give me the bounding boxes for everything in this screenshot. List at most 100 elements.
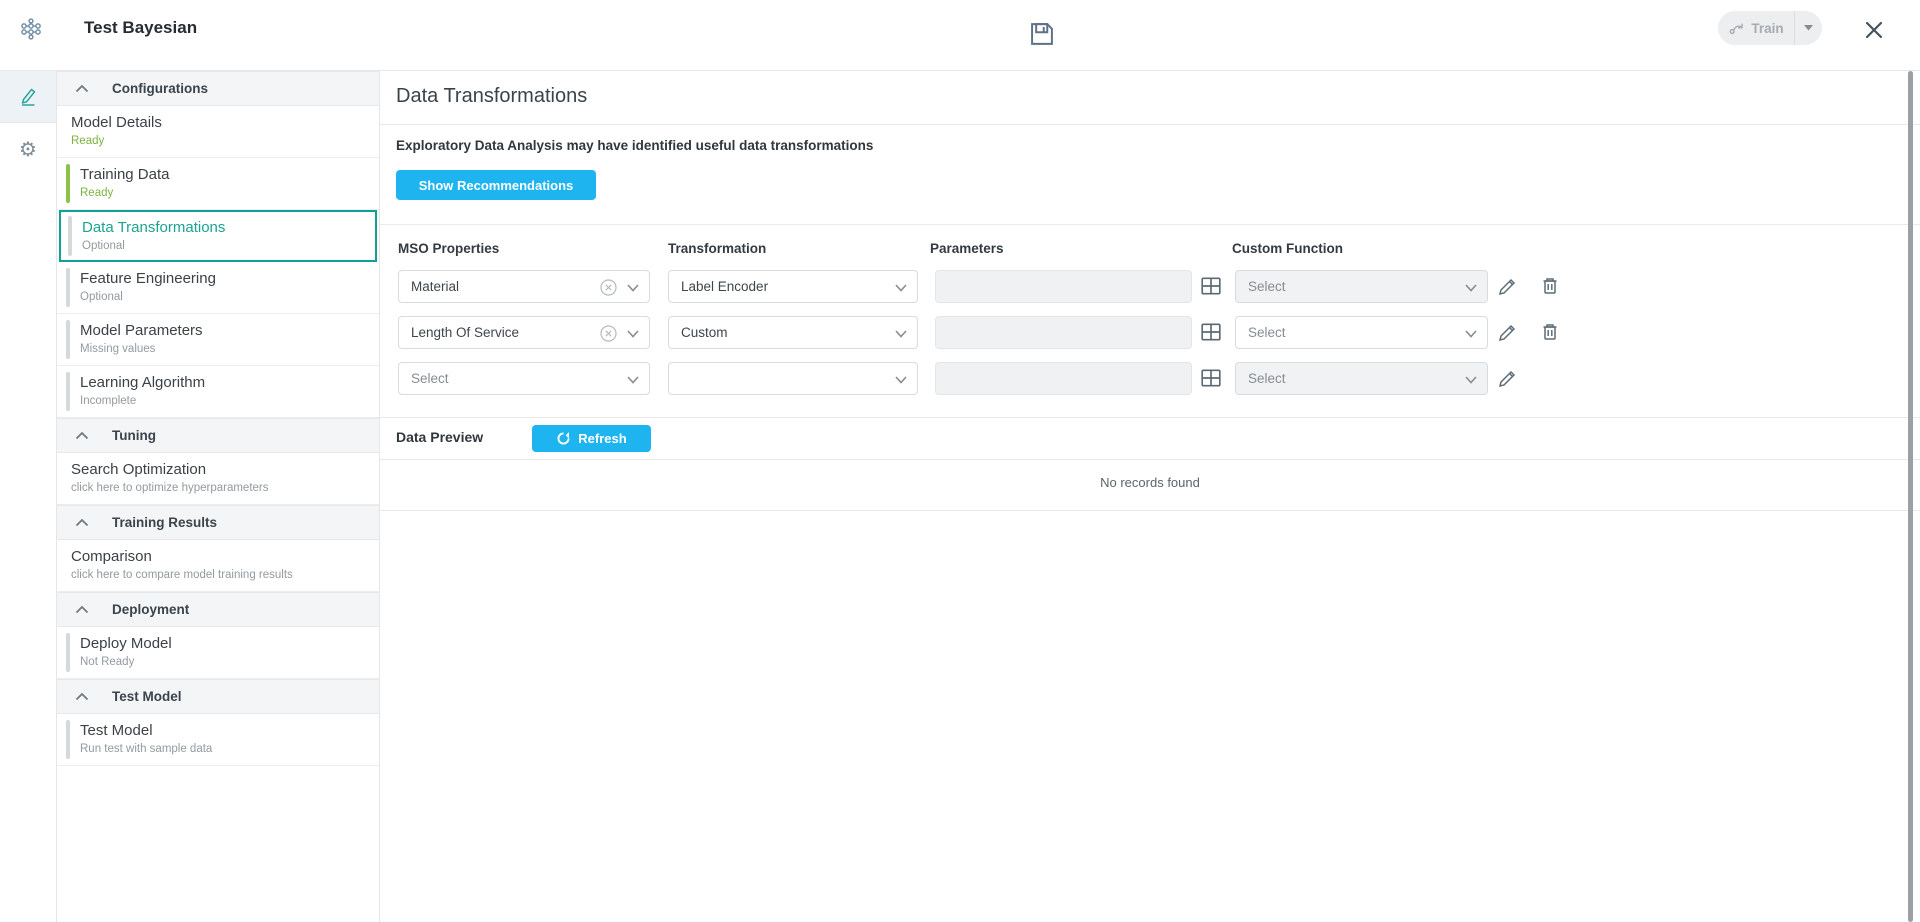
pencil-icon[interactable] xyxy=(1498,368,1518,388)
vertical-scrollbar[interactable] xyxy=(1908,71,1913,922)
section-header-training-results[interactable]: Training Results xyxy=(57,505,379,540)
trash-icon[interactable] xyxy=(1540,276,1560,296)
train-dropdown-button[interactable] xyxy=(1795,11,1822,45)
select-value: Label Encoder xyxy=(681,279,768,294)
chevron-up-icon xyxy=(75,518,89,527)
circle-x-icon[interactable] xyxy=(600,325,617,342)
item-title: Learning Algorithm xyxy=(80,373,371,392)
custom-function-select[interactable]: Select xyxy=(1235,316,1488,349)
divider xyxy=(380,459,1920,460)
custom-function-select[interactable]: Select xyxy=(1235,362,1488,395)
select-value: Select xyxy=(1248,325,1286,340)
mso-select[interactable]: Length Of Service xyxy=(398,316,650,349)
status-bar xyxy=(66,268,70,307)
pencil-icon[interactable] xyxy=(1498,322,1518,342)
item-title: Deploy Model xyxy=(80,634,371,653)
sidebar-item-model-details[interactable]: Model Details Ready xyxy=(57,106,379,158)
sidebar-item-comparison[interactable]: Comparison click here to compare model t… xyxy=(57,540,379,592)
empty-table-message: No records found xyxy=(380,475,1920,490)
train-button[interactable]: Train xyxy=(1718,11,1822,45)
item-status: Run test with sample data xyxy=(80,742,371,757)
section-header-deployment[interactable]: Deployment xyxy=(57,592,379,627)
sidebar-item-learning-algorithm[interactable]: Learning Algorithm Incomplete xyxy=(57,366,379,418)
section-label: Tuning xyxy=(112,428,156,443)
chevron-up-icon xyxy=(75,692,89,701)
item-title: Data Transformations xyxy=(82,218,367,237)
divider xyxy=(380,417,1920,418)
chevron-down-icon xyxy=(895,376,907,384)
status-bar xyxy=(66,372,70,411)
pencil-icon[interactable] xyxy=(1498,276,1518,296)
item-title: Feature Engineering xyxy=(80,269,371,288)
data-preview-label: Data Preview xyxy=(396,429,483,445)
sidebar-item-test-model[interactable]: Test Model Run test with sample data xyxy=(57,714,379,766)
run-arrow-icon xyxy=(1728,20,1745,37)
custom-function-select[interactable]: Select xyxy=(1235,270,1488,303)
item-status: Not Ready xyxy=(80,655,371,670)
chevron-down-icon xyxy=(1804,25,1813,31)
grid-icon[interactable] xyxy=(1200,367,1222,389)
item-title: Search Optimization xyxy=(71,460,371,479)
chevron-up-icon xyxy=(75,431,89,440)
item-title: Model Details xyxy=(71,113,371,132)
select-value: Length Of Service xyxy=(411,325,519,340)
pencil-icon xyxy=(17,86,39,108)
section-header-tuning[interactable]: Tuning xyxy=(57,418,379,453)
transformation-select[interactable] xyxy=(668,362,918,395)
chevron-down-icon xyxy=(1465,284,1477,292)
sidebar-item-search-optimization[interactable]: Search Optimization click here to optimi… xyxy=(57,453,379,505)
eda-note: Exploratory Data Analysis may have ident… xyxy=(396,138,873,153)
save-icon[interactable] xyxy=(1028,20,1056,48)
parameters-input xyxy=(935,270,1192,303)
section-header-configurations[interactable]: Configurations xyxy=(57,71,379,106)
status-bar xyxy=(66,633,70,672)
item-status: Incomplete xyxy=(80,394,371,409)
column-header-transformation: Transformation xyxy=(668,241,766,256)
section-header-test-model[interactable]: Test Model xyxy=(57,679,379,714)
item-status: Optional xyxy=(82,239,367,254)
table-row: Select Select xyxy=(380,362,1920,395)
chevron-down-icon xyxy=(1465,330,1477,338)
item-status: Missing values xyxy=(80,342,371,357)
item-title: Test Model xyxy=(80,721,371,740)
item-title: Comparison xyxy=(71,547,371,566)
parameters-input xyxy=(935,316,1192,349)
show-recommendations-button[interactable]: Show Recommendations xyxy=(396,170,596,200)
train-button-main[interactable]: Train xyxy=(1718,11,1795,45)
grid-icon[interactable] xyxy=(1200,275,1222,297)
grid-icon[interactable] xyxy=(1200,321,1222,343)
refresh-button[interactable]: Refresh xyxy=(532,425,651,452)
page-title: Test Bayesian xyxy=(84,18,197,38)
main-panel: Data Transformations Exploratory Data An… xyxy=(380,71,1920,922)
mso-select[interactable]: Material xyxy=(398,270,650,303)
column-header-mso: MSO Properties xyxy=(398,241,499,256)
close-button[interactable] xyxy=(1862,18,1886,42)
transformation-select[interactable]: Custom xyxy=(668,316,918,349)
section-label: Configurations xyxy=(112,81,208,96)
rail-item-settings[interactable]: ⚙ xyxy=(0,123,56,175)
sidebar-item-deploy-model[interactable]: Deploy Model Not Ready xyxy=(57,627,379,679)
divider xyxy=(380,510,1920,511)
model-nodes-icon[interactable] xyxy=(18,17,44,41)
chevron-down-icon xyxy=(895,284,907,292)
circle-x-icon[interactable] xyxy=(600,279,617,296)
transformation-select[interactable]: Label Encoder xyxy=(668,270,918,303)
mso-select[interactable]: Select xyxy=(398,362,650,395)
chevron-down-icon xyxy=(627,284,639,292)
divider xyxy=(380,124,1920,125)
select-value: Custom xyxy=(681,325,728,340)
chevron-up-icon xyxy=(75,84,89,93)
divider xyxy=(380,224,1920,225)
config-sidebar: Configurations Model Details Ready Train… xyxy=(57,71,380,922)
gear-icon: ⚙ xyxy=(19,139,37,159)
sidebar-item-training-data[interactable]: Training Data Ready xyxy=(57,158,379,210)
column-header-parameters: Parameters xyxy=(930,241,1004,256)
sidebar-item-model-parameters[interactable]: Model Parameters Missing values xyxy=(57,314,379,366)
section-label: Test Model xyxy=(112,689,182,704)
sidebar-item-data-transformations[interactable]: Data Transformations Optional xyxy=(59,210,377,262)
chevron-down-icon xyxy=(627,330,639,338)
chevron-down-icon xyxy=(1465,376,1477,384)
sidebar-item-feature-engineering[interactable]: Feature Engineering Optional xyxy=(57,262,379,314)
trash-icon[interactable] xyxy=(1540,322,1560,342)
rail-item-edit[interactable] xyxy=(0,71,56,123)
